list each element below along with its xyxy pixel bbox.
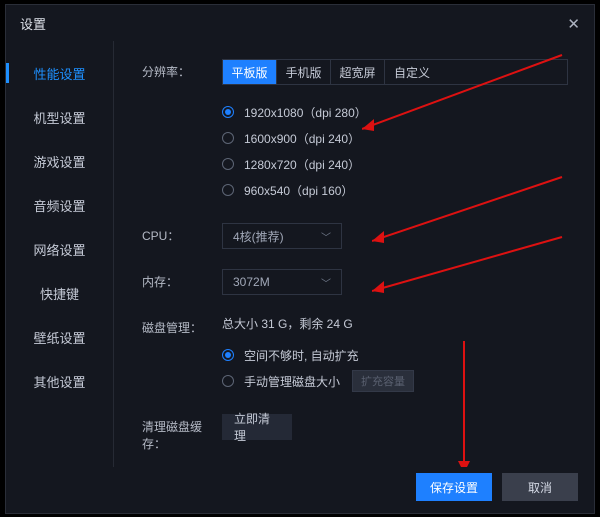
sidebar-item[interactable]: 快捷键 <box>6 271 113 315</box>
radio-label: 960x540（dpi 160） <box>244 182 353 199</box>
cpu-value: 4核(推荐) <box>233 228 284 245</box>
sidebar-item[interactable]: 网络设置 <box>6 227 113 271</box>
cancel-button[interactable]: 取消 <box>502 473 578 501</box>
radio-icon <box>222 158 234 170</box>
resolution-tab[interactable]: 平板版 <box>223 60 277 84</box>
disk-summary: 总大小 31 G，剩余 24 G <box>222 315 568 332</box>
resolution-tab[interactable]: 手机版 <box>277 60 331 84</box>
memory-select[interactable]: 3072M ﹀ <box>222 269 342 295</box>
save-button[interactable]: 保存设置 <box>416 473 492 501</box>
radio-icon <box>222 106 234 118</box>
disk-option[interactable]: 空间不够时, 自动扩充 <box>222 342 568 368</box>
radio-icon <box>222 375 234 387</box>
radio-label: 手动管理磁盘大小 <box>244 373 340 390</box>
resolution-options: 1920x1080（dpi 280） 1600x900（dpi 240） 1280x… <box>222 99 568 203</box>
chevron-down-icon: ﹀ <box>321 275 331 290</box>
sidebar-item[interactable]: 游戏设置 <box>6 139 113 183</box>
radio-icon <box>222 132 234 144</box>
resolution-option[interactable]: 1600x900（dpi 240） <box>222 125 568 151</box>
sidebar-item[interactable]: 其他设置 <box>6 359 113 403</box>
expand-disk-button: 扩充容量 <box>352 370 414 392</box>
radio-icon <box>222 184 234 196</box>
radio-label: 1600x900（dpi 240） <box>244 130 360 147</box>
resolution-tab[interactable]: 超宽屏 <box>331 60 385 84</box>
cpu-select[interactable]: 4核(推荐) ﹀ <box>222 223 342 249</box>
radio-label: 空间不够时, 自动扩充 <box>244 347 359 364</box>
memory-label: 内存： <box>142 269 222 290</box>
memory-value: 3072M <box>233 275 270 289</box>
window-title: 设置 <box>20 14 46 33</box>
sidebar-item[interactable]: 壁纸设置 <box>6 315 113 359</box>
resolution-tab[interactable]: 自定义 <box>385 60 439 84</box>
disk-option[interactable]: 手动管理磁盘大小扩充容量 <box>222 368 568 394</box>
resolution-option[interactable]: 1280x720（dpi 240） <box>222 151 568 177</box>
disk-label: 磁盘管理： <box>142 315 222 336</box>
clean-cache-button[interactable]: 立即清理 <box>222 414 292 440</box>
resolution-label: 分辨率： <box>142 59 222 80</box>
close-icon[interactable]: ✕ <box>567 15 580 33</box>
resolution-option[interactable]: 960x540（dpi 160） <box>222 177 568 203</box>
sidebar-item[interactable]: 机型设置 <box>6 95 113 139</box>
radio-label: 1920x1080（dpi 280） <box>244 104 367 121</box>
cpu-label: CPU： <box>142 223 222 244</box>
content-panel: 分辨率： 平板版手机版超宽屏自定义 1920x1080（dpi 280） 1600… <box>114 41 594 467</box>
chevron-down-icon: ﹀ <box>321 229 331 244</box>
resolution-option[interactable]: 1920x1080（dpi 280） <box>222 99 568 125</box>
sidebar-item[interactable]: 音频设置 <box>6 183 113 227</box>
cache-label: 清理磁盘缓存： <box>142 414 222 452</box>
resolution-tabs: 平板版手机版超宽屏自定义 <box>222 59 568 85</box>
radio-label: 1280x720（dpi 240） <box>244 156 360 173</box>
sidebar-item[interactable]: 性能设置 <box>6 51 113 95</box>
radio-icon <box>222 349 234 361</box>
sidebar: 性能设置机型设置游戏设置音频设置网络设置快捷键壁纸设置其他设置 <box>6 41 114 467</box>
